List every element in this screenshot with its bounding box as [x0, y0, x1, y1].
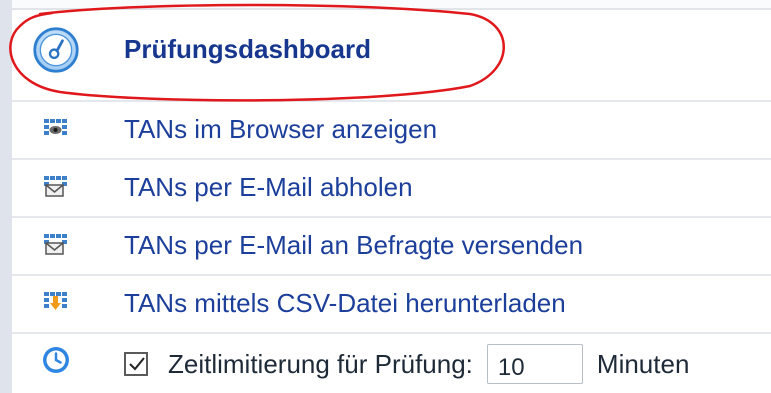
speedometer-icon	[32, 24, 80, 76]
menu-item-tans-email-pickup[interactable]: TANs per E-Mail abholen	[12, 160, 771, 218]
checkmark-icon	[129, 357, 145, 371]
tan-view-icon	[32, 108, 80, 148]
menu-item-dashboard[interactable]: Prüfungsdashboard	[12, 10, 771, 102]
tan-mail-icon	[32, 166, 80, 206]
menu-item-label[interactable]: TANs per E-Mail an Befragte versenden	[124, 230, 583, 261]
minutes-input[interactable]	[486, 344, 583, 384]
menu-item-tans-browser[interactable]: TANs im Browser anzeigen	[12, 102, 771, 160]
menu-item-tans-email-send[interactable]: TANs per E-Mail an Befragte versenden	[12, 218, 771, 276]
menu-item-label[interactable]: Prüfungsdashboard	[124, 34, 371, 65]
timelimit-label: Zeitlimitierung für Prüfung:	[168, 348, 473, 379]
minutes-unit: Minuten	[596, 348, 690, 379]
menu-item-tans-csv[interactable]: TANs mittels CSV-Datei herunterladen	[12, 276, 771, 334]
menu-item-label[interactable]: TANs mittels CSV-Datei herunterladen	[124, 288, 566, 319]
tan-send-icon	[32, 224, 80, 264]
timelimit-row: Zeitlimitierung für Prüfung: Minuten	[12, 334, 771, 393]
divider	[12, 0, 771, 10]
menu-item-label[interactable]: TANs per E-Mail abholen	[124, 172, 413, 203]
timelimit-checkbox[interactable]	[124, 352, 148, 376]
menu-item-label[interactable]: TANs im Browser anzeigen	[124, 114, 437, 145]
clock-icon	[32, 340, 80, 380]
timelimit-control: Zeitlimitierung für Prüfung: Minuten	[124, 342, 689, 386]
tan-download-icon	[32, 282, 80, 322]
